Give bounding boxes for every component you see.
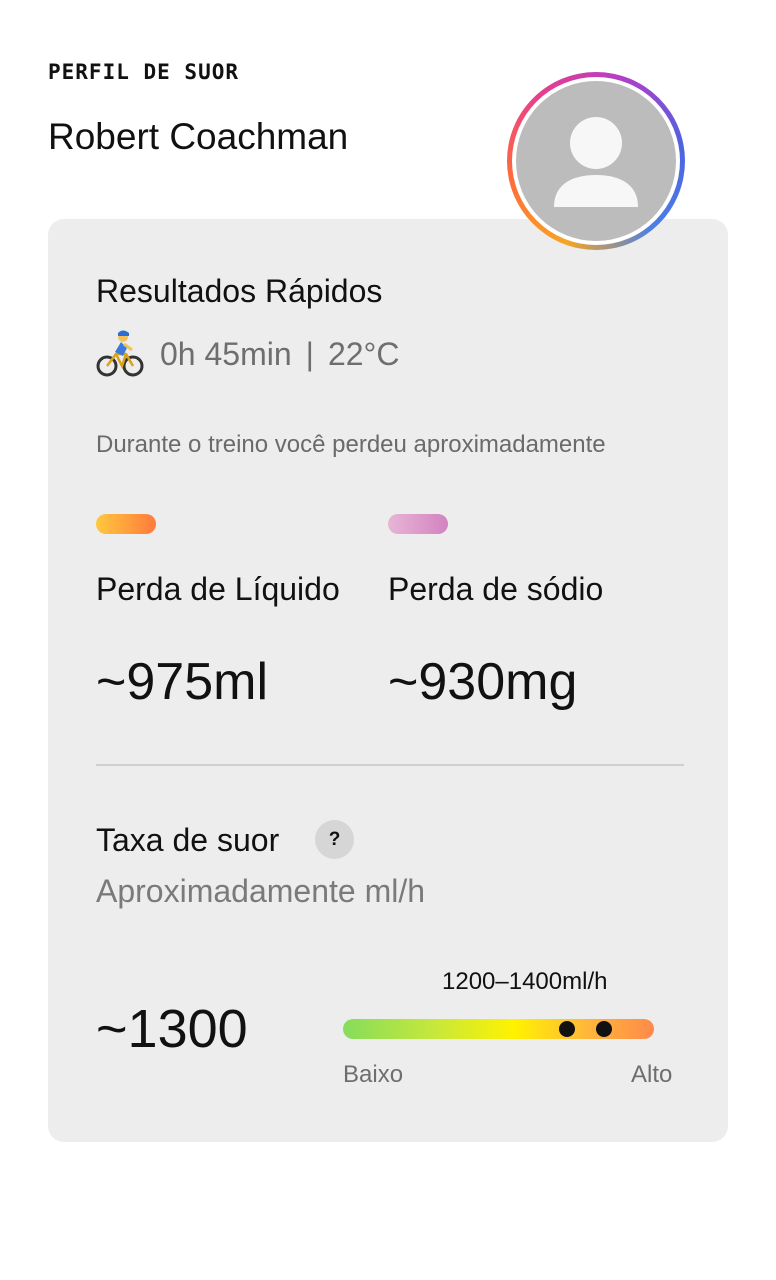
fluid-loss-value: ~975ml	[96, 653, 268, 711]
sweat-rate-value: ~1300	[96, 999, 248, 1059]
workout-temperature: 22°C	[327, 335, 400, 372]
workout-duration: 0h 45min	[160, 335, 292, 372]
sweat-rate-subtitle: Aproximadamente ml/h	[96, 873, 426, 909]
avatar-frame	[512, 77, 680, 245]
section-label: PERFIL DE SUOR	[48, 60, 240, 84]
sweat-rate-range: 1200–1400ml/h	[442, 968, 608, 995]
scale-low-label: Baixo	[343, 1061, 404, 1088]
intro-text: Durante o treino você perdeu aproximadam…	[96, 431, 606, 458]
divider	[96, 764, 684, 766]
scale-high-label: Alto	[631, 1061, 673, 1088]
sodium-loss-value: ~930mg	[388, 653, 578, 711]
range-low-marker	[558, 1021, 575, 1037]
cyclist-icon	[96, 328, 144, 380]
help-button[interactable]: ?	[315, 820, 354, 859]
avatar-placeholder	[516, 81, 676, 241]
fluid-loss-indicator	[96, 514, 156, 534]
avatar[interactable]	[507, 72, 685, 250]
sweat-rate-title: Taxa de suor	[96, 822, 280, 858]
sodium-loss-indicator	[388, 514, 448, 534]
workout-summary: 0h 45min | 22°C	[96, 328, 399, 380]
fluid-loss-label: Perda de Líquido	[96, 571, 340, 607]
sodium-loss-label: Perda de sódio	[388, 571, 604, 607]
card-title: Resultados Rápidos	[96, 273, 383, 309]
user-name: Robert Coachman	[48, 116, 349, 157]
workout-separator: |	[305, 335, 314, 372]
person-icon	[554, 117, 638, 207]
